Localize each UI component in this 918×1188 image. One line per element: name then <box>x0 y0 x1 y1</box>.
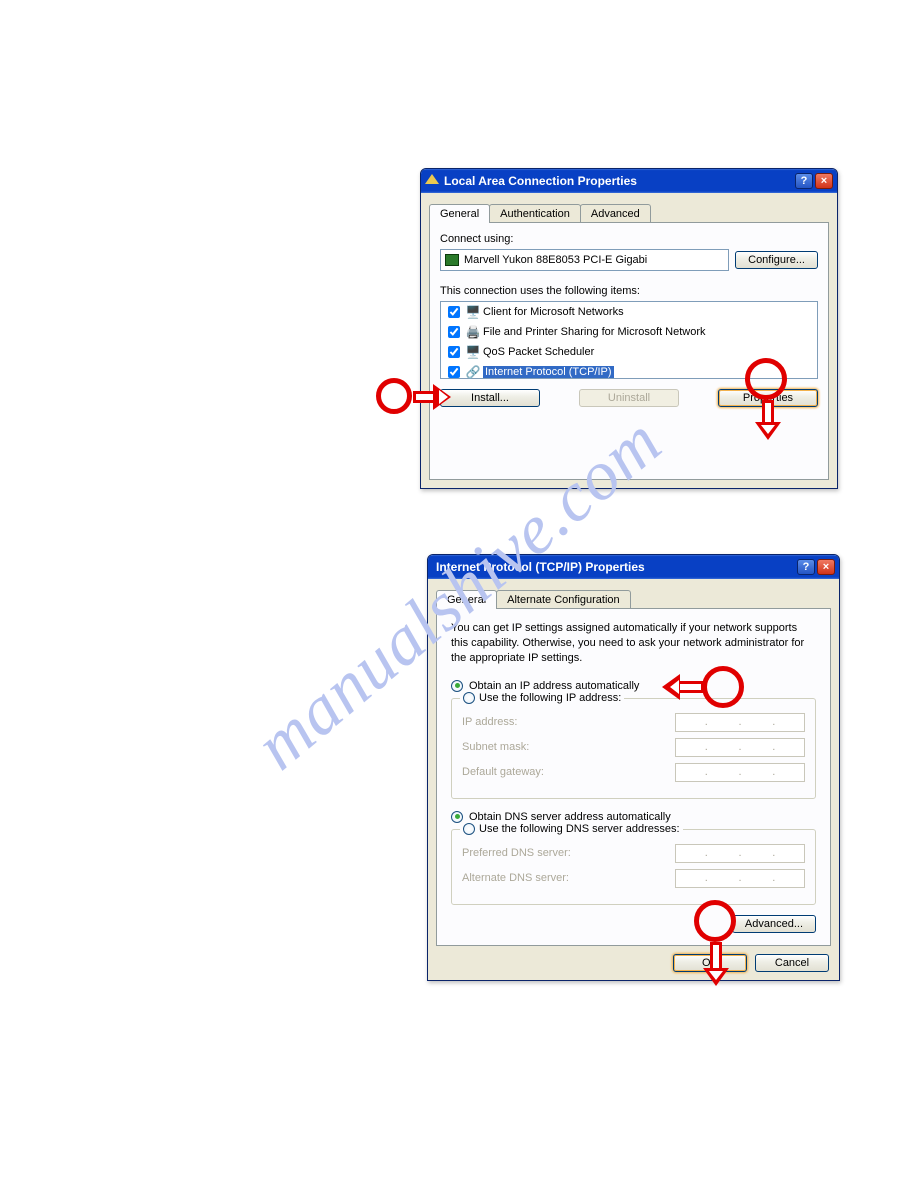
radio-obtain-dns[interactable]: Obtain DNS server address automatically <box>451 811 816 823</box>
pref-dns-label: Preferred DNS server: <box>462 847 571 859</box>
tabs: General Alternate Configuration <box>436 589 831 608</box>
tcpip-properties-dialog: Internet Protocol (TCP/IP) Properties ? … <box>427 554 840 981</box>
checkbox[interactable] <box>448 326 460 338</box>
static-dns-group: Use the following DNS server addresses: … <box>451 829 816 905</box>
tab-panel-general: Connect using: Marvell Yukon 88E8053 PCI… <box>429 222 829 480</box>
list-item[interactable]: 🖥️Client for Microsoft Networks <box>441 302 817 322</box>
advanced-button[interactable]: Advanced... <box>732 915 816 933</box>
list-item-label: Internet Protocol (TCP/IP) <box>483 366 614 378</box>
dialog-title: Internet Protocol (TCP/IP) Properties <box>436 560 795 574</box>
static-ip-group: Use the following IP address: IP address… <box>451 698 816 799</box>
adapter-field[interactable]: Marvell Yukon 88E8053 PCI-E Gigabi <box>440 249 729 271</box>
configure-button[interactable]: Configure... <box>735 251 818 269</box>
tcpip-icon: 🔗 <box>466 365 480 379</box>
close-button[interactable]: × <box>815 173 833 189</box>
group-legend[interactable]: Use the following IP address: <box>460 692 624 704</box>
tab-authentication[interactable]: Authentication <box>489 204 581 223</box>
radio-label: Use the following DNS server addresses: <box>479 823 680 835</box>
list-item-label: File and Printer Sharing for Microsoft N… <box>483 326 706 338</box>
ok-button[interactable]: OK <box>673 954 747 972</box>
gateway-label: Default gateway: <box>462 766 544 778</box>
cancel-button[interactable]: Cancel <box>755 954 829 972</box>
checkbox[interactable] <box>448 346 460 358</box>
tab-general[interactable]: General <box>436 590 497 609</box>
properties-button[interactable]: Properties <box>718 389 818 407</box>
list-item-label: Client for Microsoft Networks <box>483 306 624 318</box>
list-item[interactable]: 🔗Internet Protocol (TCP/IP) <box>441 362 817 382</box>
intro-text: You can get IP settings assigned automat… <box>451 621 816 666</box>
radio-label: Obtain an IP address automatically <box>469 680 639 692</box>
share-icon: 🖨️ <box>466 325 480 339</box>
radio-label: Obtain DNS server address automatically <box>469 811 671 823</box>
help-button[interactable]: ? <box>797 559 815 575</box>
checkbox[interactable] <box>448 306 460 318</box>
items-label: This connection uses the following items… <box>440 285 818 297</box>
ip-label: IP address: <box>462 716 517 728</box>
nic-icon <box>445 254 459 266</box>
tabs: General Authentication Advanced <box>429 203 829 222</box>
tab-alternate[interactable]: Alternate Configuration <box>496 590 631 609</box>
tab-advanced[interactable]: Advanced <box>580 204 651 223</box>
radio-label: Use the following IP address: <box>479 692 621 704</box>
radio-obtain-ip[interactable]: Obtain an IP address automatically <box>451 680 816 692</box>
list-item[interactable]: 🖥️QoS Packet Scheduler <box>441 342 817 362</box>
alt-dns-label: Alternate DNS server: <box>462 872 569 884</box>
subnet-input: ... <box>675 738 805 757</box>
titlebar[interactable]: Local Area Connection Properties ? × <box>421 169 837 193</box>
annotation-circle <box>376 378 412 414</box>
radio-icon <box>463 692 475 704</box>
radio-icon <box>451 680 463 692</box>
tab-panel-general: You can get IP settings assigned automat… <box>436 608 831 946</box>
qos-icon: 🖥️ <box>466 345 480 359</box>
titlebar[interactable]: Internet Protocol (TCP/IP) Properties ? … <box>428 555 839 579</box>
alt-dns-input: ... <box>675 869 805 888</box>
radio-icon <box>463 823 475 835</box>
subnet-label: Subnet mask: <box>462 741 529 753</box>
uninstall-button: Uninstall <box>579 389 679 407</box>
close-button[interactable]: × <box>817 559 835 575</box>
help-button[interactable]: ? <box>795 173 813 189</box>
pref-dns-input: ... <box>675 844 805 863</box>
checkbox[interactable] <box>448 366 460 378</box>
group-legend[interactable]: Use the following DNS server addresses: <box>460 823 683 835</box>
install-button[interactable]: Install... <box>440 389 540 407</box>
adapter-name: Marvell Yukon 88E8053 PCI-E Gigabi <box>464 254 647 266</box>
gateway-input: ... <box>675 763 805 782</box>
list-item[interactable]: 🖨️File and Printer Sharing for Microsoft… <box>441 322 817 342</box>
client-icon: 🖥️ <box>466 305 480 319</box>
list-item-label: QoS Packet Scheduler <box>483 346 594 358</box>
items-listbox[interactable]: 🖥️Client for Microsoft Networks 🖨️File a… <box>440 301 818 379</box>
lan-properties-dialog: Local Area Connection Properties ? × Gen… <box>420 168 838 489</box>
dialog-title: Local Area Connection Properties <box>444 174 793 188</box>
radio-icon <box>451 811 463 823</box>
connect-using-label: Connect using: <box>440 233 818 245</box>
network-icon <box>425 174 439 188</box>
ip-input: ... <box>675 713 805 732</box>
tab-general[interactable]: General <box>429 204 490 223</box>
